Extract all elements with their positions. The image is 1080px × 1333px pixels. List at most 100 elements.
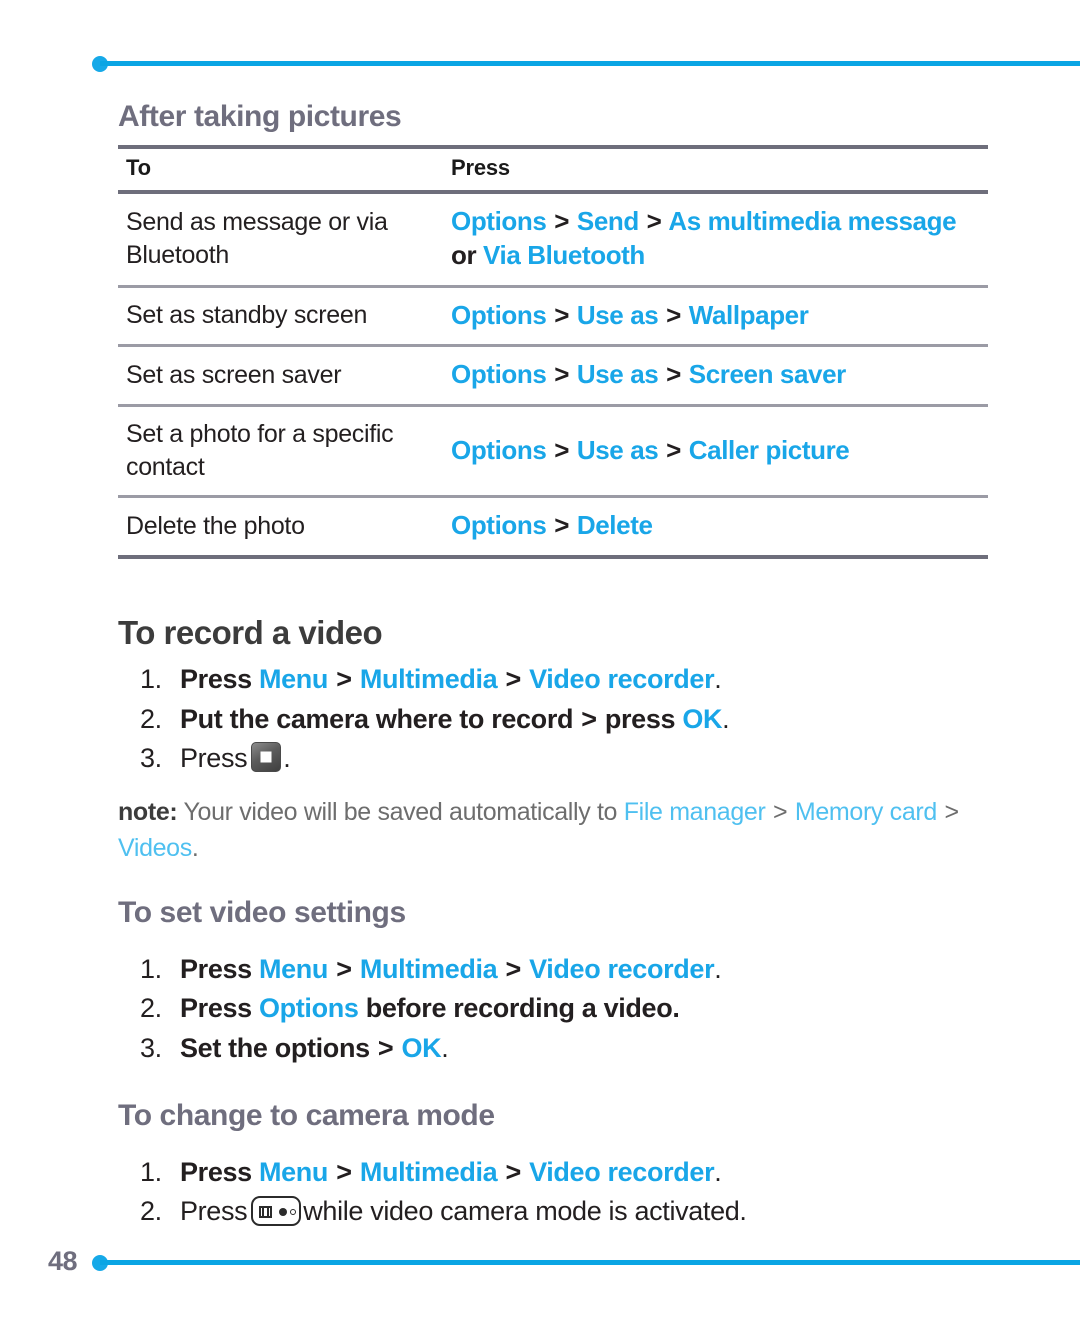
menu-token: Options xyxy=(451,206,547,236)
note-text: . xyxy=(191,833,199,862)
table-row: Send as message or via Bluetooth Options … xyxy=(118,192,988,288)
cell-to: Set a photo for a specific contact xyxy=(118,405,443,499)
path-separator: > xyxy=(377,1032,394,1063)
menu-token: Video recorder xyxy=(529,1156,715,1187)
path-separator: > xyxy=(581,703,597,734)
cell-to: Send as message or via Bluetooth xyxy=(118,192,443,288)
path-separator: > xyxy=(666,359,681,390)
menu-token: Wallpaper xyxy=(688,299,809,330)
menu-token: Multimedia xyxy=(359,1156,498,1187)
menu-token: OK xyxy=(401,1032,442,1063)
cell-to: Set as screen saver xyxy=(118,345,443,408)
step-number: 1. xyxy=(140,1156,162,1187)
menu-token: Multimedia xyxy=(359,954,498,985)
page-footer: 48 xyxy=(0,1246,1080,1276)
step-number: 2. xyxy=(140,993,162,1024)
path-separator: > xyxy=(646,206,662,236)
table-row: Set a photo for a specific contact Option… xyxy=(118,405,988,499)
procedure-step: 2. Put the camera where to record > press… xyxy=(118,701,990,738)
text-token: . xyxy=(722,703,730,734)
page-number: 48 xyxy=(48,1246,78,1276)
text-token: Set the options xyxy=(180,1032,370,1063)
menu-token: Video recorder xyxy=(529,664,715,695)
path-separator: > xyxy=(336,1156,352,1187)
camera-mode-steps: 1. Press Menu > Multimedia > Video record… xyxy=(118,1154,990,1231)
record-key-icon xyxy=(251,741,282,772)
table-header-row: To Press xyxy=(118,145,988,194)
procedure-step: 2. Press while video camera mode is activa… xyxy=(118,1193,990,1230)
text-token: Press xyxy=(180,742,248,773)
text-token: press xyxy=(604,703,676,734)
text-token: before recording a video. xyxy=(365,993,680,1024)
procedure-step: 3. Set the options > OK. xyxy=(118,1030,990,1067)
menu-token: Menu xyxy=(258,1156,329,1187)
cell-to: Delete the photo xyxy=(118,496,443,559)
cell-press: Options > Use as > Screen saver xyxy=(443,345,988,408)
column-header-press: Press xyxy=(443,145,988,194)
text-token: . xyxy=(714,664,722,695)
menu-token: Memory card xyxy=(794,798,937,827)
column-header-to: To xyxy=(118,145,443,194)
to-change-to-camera-mode-heading: To change to camera mode xyxy=(118,1098,495,1132)
menu-token: Options xyxy=(258,993,359,1024)
path-separator: > xyxy=(505,954,521,985)
menu-token: Options xyxy=(451,299,547,330)
path-separator: > xyxy=(944,798,960,827)
menu-token: Options xyxy=(451,434,547,465)
menu-token: As multimedia message xyxy=(668,206,957,236)
cell-press: Options > Use as > Caller picture xyxy=(443,405,988,499)
note-text: Your video will be saved automatically t… xyxy=(183,798,618,827)
path-separator: > xyxy=(554,510,570,541)
path-separator: > xyxy=(554,206,570,236)
step-number: 3. xyxy=(140,742,162,773)
cell-press: Options > Delete xyxy=(443,496,988,559)
text-token: Press xyxy=(180,954,252,985)
menu-token: Videos xyxy=(118,833,192,862)
step-number: 2. xyxy=(140,1196,162,1227)
camera-mode-key-icon xyxy=(251,1196,302,1227)
record-video-steps: 1. Press Menu > Multimedia > Video record… xyxy=(118,661,990,777)
menu-token: Delete xyxy=(576,510,653,541)
cell-press: Options > Use as > Wallpaper xyxy=(443,286,988,348)
cell-to: Set as standby screen xyxy=(118,286,443,348)
menu-token: File manager xyxy=(623,798,766,827)
menu-token: Multimedia xyxy=(359,664,498,695)
manual-page: After taking pictures To Press Send as m… xyxy=(0,0,1080,1333)
path-separator: > xyxy=(773,798,788,827)
path-separator: > xyxy=(505,664,521,695)
text-token: . xyxy=(714,954,722,985)
menu-token: Menu xyxy=(258,954,329,985)
menu-token: Use as xyxy=(576,299,659,330)
note-label: note: xyxy=(118,798,178,827)
after-taking-pictures-table: To Press Send as message or via Bluetoot… xyxy=(118,145,988,559)
top-decorative-rule xyxy=(0,56,1080,72)
page-content: After taking pictures To Press Send as m… xyxy=(118,100,990,1232)
step-number: 1. xyxy=(140,664,162,695)
text-token: or xyxy=(451,239,477,270)
table-row: Set as standby screen Options > Use as > … xyxy=(118,286,988,348)
to-record-a-video-heading: To record a video xyxy=(118,613,383,651)
text-token: . xyxy=(283,742,291,773)
video-settings-steps: 1. Press Menu > Multimedia > Video record… xyxy=(118,951,990,1067)
footer-rule-line xyxy=(100,1260,1080,1265)
path-separator: > xyxy=(554,434,570,465)
step-number: 2. xyxy=(140,703,162,734)
menu-token: Screen saver xyxy=(688,359,847,390)
menu-token: Options xyxy=(451,359,547,390)
text-token: Press xyxy=(180,664,252,695)
menu-token: Options xyxy=(451,510,547,541)
text-token: while video camera mode is activated. xyxy=(303,1196,747,1227)
top-rule-line xyxy=(100,61,1080,66)
menu-token: Via Bluetooth xyxy=(483,239,645,270)
text-token: Press xyxy=(180,1196,248,1227)
path-separator: > xyxy=(666,434,681,465)
text-token: Press xyxy=(180,1156,252,1187)
procedure-step: 1. Press Menu > Multimedia > Video record… xyxy=(118,661,990,698)
text-token: . xyxy=(714,1156,722,1187)
record-video-note: note: Your video will be saved automatic… xyxy=(118,795,990,866)
text-token: Press xyxy=(180,993,252,1024)
step-number: 1. xyxy=(140,954,162,985)
menu-token: OK xyxy=(682,703,723,734)
path-separator: > xyxy=(505,1156,521,1187)
menu-token: Use as xyxy=(576,359,659,390)
